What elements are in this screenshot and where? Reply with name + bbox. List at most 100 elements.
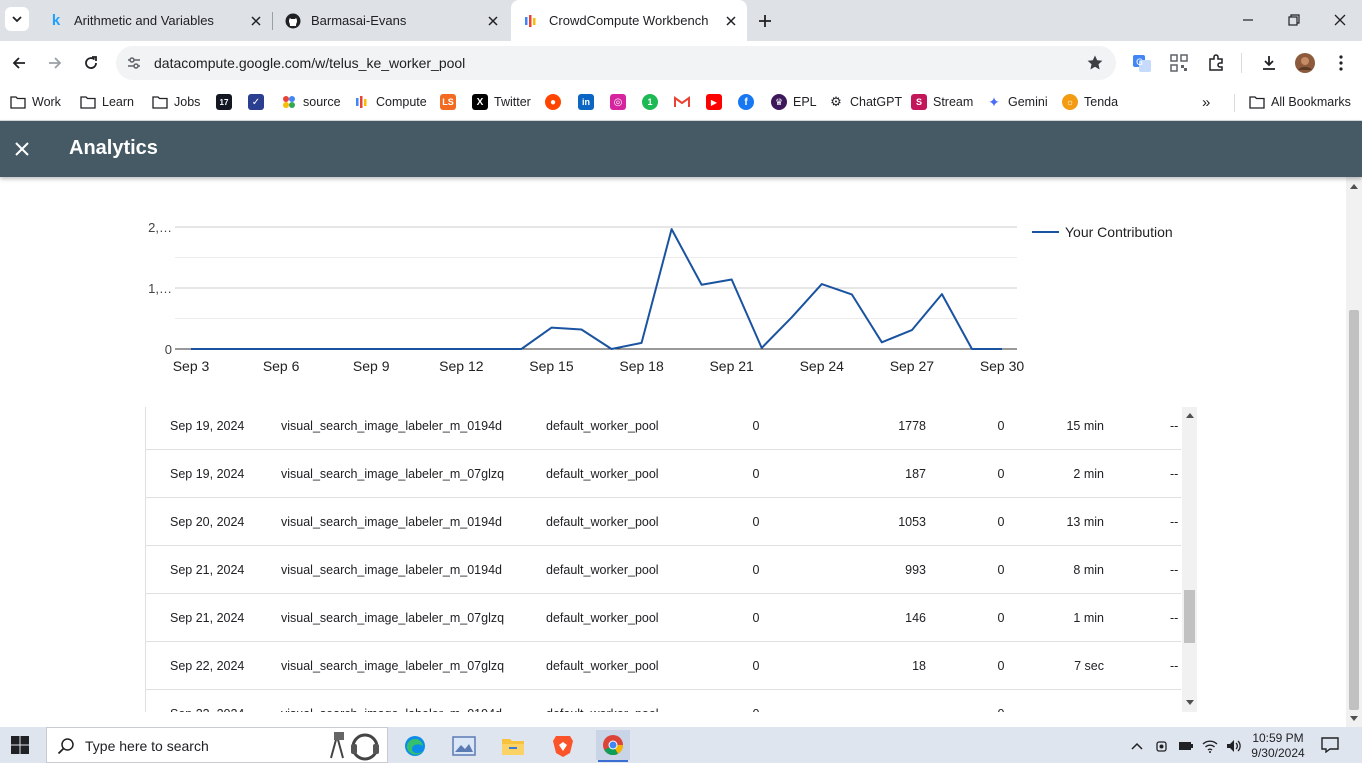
- table-row[interactable]: Sep 19, 2024 visual_search_image_labeler_…: [146, 407, 1181, 450]
- close-analytics-button[interactable]: [10, 137, 34, 161]
- windows-start-icon[interactable]: [10, 735, 30, 755]
- scroll-up-arrow-icon[interactable]: [1350, 182, 1358, 190]
- tab-arithmetic[interactable]: k Arithmetic and Variables: [36, 0, 272, 41]
- new-tab-button[interactable]: [753, 9, 777, 33]
- data-point[interactable]: [488, 346, 494, 352]
- brave-icon[interactable]: [550, 733, 576, 759]
- download-icon[interactable]: [1258, 52, 1280, 74]
- data-point[interactable]: [428, 346, 434, 352]
- system-clock[interactable]: 10:59 PM 9/30/2024: [1250, 731, 1306, 761]
- minimize-button[interactable]: [1236, 8, 1260, 32]
- data-point[interactable]: [879, 339, 885, 345]
- bookmark-reddit[interactable]: ●: [545, 92, 561, 112]
- address-bar[interactable]: datacompute.google.com/w/telus_ke_worker…: [116, 46, 1116, 80]
- table-row[interactable]: Sep 22, 2024 visual_search_image_labeler_…: [146, 642, 1181, 690]
- restore-button[interactable]: [1282, 8, 1306, 32]
- close-tab-icon[interactable]: [723, 13, 739, 29]
- forward-button[interactable]: [43, 51, 67, 75]
- bookmark-compute[interactable]: Compute: [354, 92, 427, 112]
- reload-button[interactable]: [79, 51, 103, 75]
- bookmark-work[interactable]: Work: [10, 92, 61, 112]
- bookmark-chatgpt[interactable]: ⚙ ChatGPT: [828, 92, 902, 112]
- site-settings-icon[interactable]: [126, 55, 142, 71]
- bookmark-twitter[interactable]: X Twitter: [472, 92, 531, 112]
- tab-github[interactable]: Barmasai-Evans: [273, 0, 509, 41]
- table-row[interactable]: Sep 19, 2024 visual_search_image_labeler_…: [146, 450, 1181, 498]
- data-point[interactable]: [699, 282, 705, 288]
- bookmark-one[interactable]: 1: [642, 92, 658, 112]
- data-point[interactable]: [458, 346, 464, 352]
- bookmark-linkedin[interactable]: in: [578, 92, 594, 112]
- star-icon[interactable]: [1086, 54, 1104, 72]
- bookmark-gmail[interactable]: [674, 92, 690, 112]
- scroll-up-arrow-icon[interactable]: [1185, 410, 1194, 419]
- bookmark-learn[interactable]: Learn: [80, 92, 134, 112]
- data-point[interactable]: [548, 325, 554, 331]
- data-point[interactable]: [398, 346, 404, 352]
- data-point[interactable]: [939, 291, 945, 297]
- edge-icon[interactable]: [402, 733, 428, 759]
- data-point[interactable]: [849, 291, 855, 297]
- table-scrollbar[interactable]: [1182, 407, 1197, 712]
- bookmark-app[interactable]: ✓: [248, 92, 264, 112]
- data-point[interactable]: [669, 226, 675, 232]
- bookmark-stream[interactable]: S Stream: [911, 92, 973, 112]
- table-row[interactable]: Sep 21, 2024 visual_search_image_labeler_…: [146, 546, 1181, 594]
- chrome-icon[interactable]: [596, 730, 630, 760]
- qr-extension-icon[interactable]: [1168, 52, 1190, 74]
- bookmarks-overflow-button[interactable]: »: [1202, 92, 1210, 112]
- data-point[interactable]: [248, 346, 254, 352]
- bookmark-instagram[interactable]: ◎: [610, 92, 626, 112]
- bookmark-source[interactable]: source: [281, 92, 341, 112]
- data-point[interactable]: [759, 345, 765, 351]
- data-point[interactable]: [188, 346, 194, 352]
- data-point[interactable]: [999, 346, 1005, 352]
- table-row[interactable]: Sep 23, 2024 visual_search_image_labeler_…: [146, 690, 1181, 712]
- data-point[interactable]: [969, 346, 975, 352]
- photos-icon[interactable]: [451, 733, 477, 759]
- close-tab-icon[interactable]: [485, 13, 501, 29]
- data-point[interactable]: [308, 346, 314, 352]
- back-button[interactable]: [7, 51, 31, 75]
- data-point[interactable]: [729, 277, 735, 283]
- translate-extension-icon[interactable]: G: [1131, 52, 1153, 74]
- series-line-your-contribution[interactable]: [191, 228, 1002, 350]
- scroll-down-arrow-icon[interactable]: [1185, 698, 1194, 707]
- close-window-button[interactable]: [1328, 8, 1352, 32]
- taskbar-search-box[interactable]: Type here to search: [46, 727, 388, 763]
- table-row[interactable]: Sep 20, 2024 visual_search_image_labeler_…: [146, 498, 1181, 546]
- volume-icon[interactable]: [1226, 739, 1242, 753]
- bookmark-epl[interactable]: ♛ EPL: [771, 92, 817, 112]
- data-point[interactable]: [639, 340, 645, 346]
- battery-icon[interactable]: [1178, 739, 1194, 753]
- table-scroll-thumb[interactable]: [1184, 590, 1195, 643]
- tab-crowdcompute[interactable]: CrowdCompute Workbench: [511, 0, 747, 41]
- bookmark-ls[interactable]: LS: [440, 92, 456, 112]
- wifi-icon[interactable]: [1202, 739, 1218, 753]
- data-point[interactable]: [819, 281, 825, 287]
- tab-search-button[interactable]: [5, 7, 29, 31]
- extensions-puzzle-icon[interactable]: [1205, 52, 1227, 74]
- meet-now-icon[interactable]: [1154, 739, 1170, 753]
- data-point[interactable]: [518, 346, 524, 352]
- bookmark-tv[interactable]: 17: [216, 92, 232, 112]
- bookmark-jobs[interactable]: Jobs: [152, 92, 200, 112]
- all-bookmarks[interactable]: All Bookmarks: [1249, 92, 1351, 112]
- data-point[interactable]: [909, 327, 915, 333]
- page-scrollbar[interactable]: [1346, 177, 1362, 727]
- bookmark-facebook[interactable]: f: [738, 92, 754, 112]
- chevron-up-icon[interactable]: [1129, 739, 1145, 753]
- data-point[interactable]: [338, 346, 344, 352]
- bookmark-gemini[interactable]: ✦ Gemini: [986, 92, 1047, 112]
- scroll-down-arrow-icon[interactable]: [1350, 715, 1358, 723]
- data-point[interactable]: [789, 314, 795, 320]
- data-point[interactable]: [278, 346, 284, 352]
- data-point[interactable]: [578, 326, 584, 332]
- bookmark-youtube[interactable]: ▶: [706, 92, 722, 112]
- data-point[interactable]: [218, 346, 224, 352]
- data-point[interactable]: [368, 346, 374, 352]
- notification-icon[interactable]: [1321, 737, 1339, 753]
- table-row[interactable]: Sep 21, 2024 visual_search_image_labeler_…: [146, 594, 1181, 642]
- more-menu-icon[interactable]: [1330, 52, 1352, 74]
- data-point[interactable]: [609, 346, 615, 352]
